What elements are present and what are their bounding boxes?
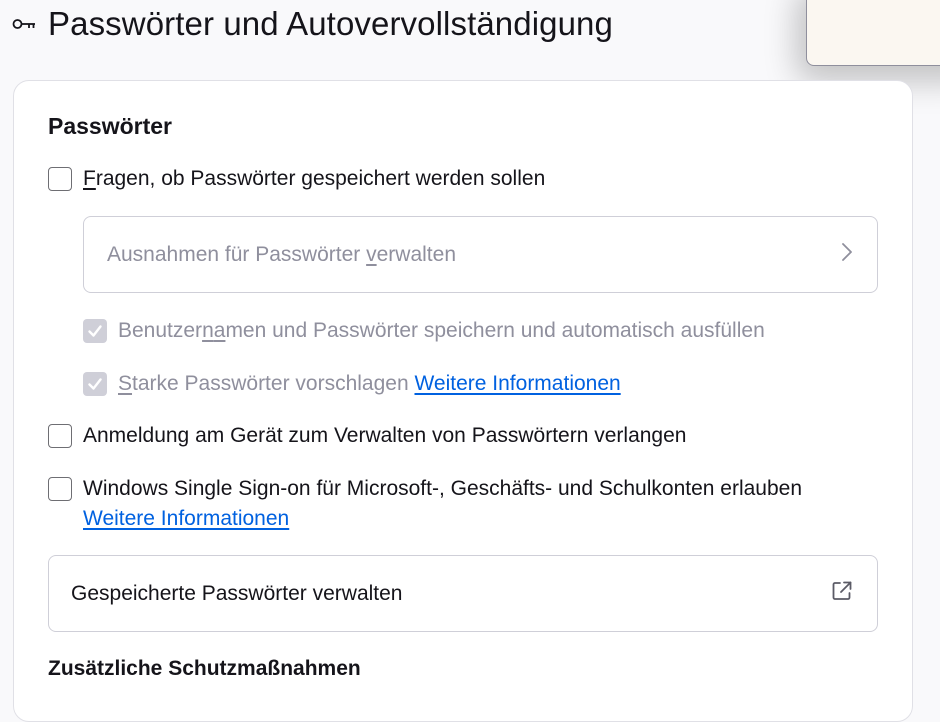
- password-exceptions-label: Ausnahmen für Passwörter verwalten: [107, 242, 457, 266]
- password-exceptions-button[interactable]: Ausnahmen für Passwörter verwalten: [83, 216, 878, 293]
- ask-to-save-label: Fragen, ob Passwörter gespeichert werden…: [83, 167, 546, 190]
- page-title: Passwörter und Autovervollständigung: [48, 5, 613, 42]
- require-device-login-row[interactable]: Anmeldung am Gerät zum Verwalten von Pas…: [48, 424, 686, 451]
- suggest-strong-label: Starke Passwörter vorschlagen Weitere In…: [118, 372, 621, 395]
- suggest-strong-row[interactable]: Starke Passwörter vorschlagen Weitere In…: [83, 372, 621, 399]
- section-title-additional-protection: Zusätzliche Schutzmaßnahmen: [48, 657, 361, 680]
- ask-to-save-row[interactable]: Fragen, ob Passwörter gespeichert werden…: [48, 167, 545, 194]
- windows-sso-learn-more-link[interactable]: Weitere Informationen: [83, 507, 289, 530]
- manage-saved-passwords-label: Gespeicherte Passwörter verwalten: [71, 581, 403, 605]
- suggest-strong-learn-more-link[interactable]: Weitere Informationen: [414, 372, 620, 395]
- suggest-strong-checkbox[interactable]: [83, 372, 107, 396]
- autofill-row[interactable]: Benutzernamen und Passwörter speichern u…: [83, 319, 765, 346]
- chevron-right-icon: [841, 242, 853, 267]
- windows-sso-label: Windows Single Sign-on für Microsoft-, G…: [83, 477, 803, 530]
- manage-saved-passwords-button[interactable]: Gespeicherte Passwörter verwalten: [48, 555, 878, 632]
- passwords-card: Passwörter Fragen, ob Passwörter gespeic…: [13, 80, 913, 722]
- autofill-checkbox[interactable]: [83, 319, 107, 343]
- page-header: Passwörter und Autovervollständigung: [12, 4, 613, 44]
- windows-sso-row[interactable]: Windows Single Sign-on für Microsoft-, G…: [48, 477, 802, 534]
- checkmark-icon: [88, 378, 102, 390]
- external-link-icon: [831, 580, 853, 607]
- checkmark-icon: [88, 325, 102, 337]
- autofill-label: Benutzernamen und Passwörter speichern u…: [118, 319, 765, 342]
- windows-sso-checkbox[interactable]: [48, 477, 72, 501]
- section-title-passwords: Passwörter: [48, 113, 173, 139]
- ask-to-save-checkbox[interactable]: [48, 167, 72, 191]
- require-device-login-label: Anmeldung am Gerät zum Verwalten von Pas…: [83, 424, 687, 447]
- require-device-login-checkbox[interactable]: [48, 424, 72, 448]
- key-icon: [12, 16, 38, 32]
- popup-panel: [806, 0, 940, 66]
